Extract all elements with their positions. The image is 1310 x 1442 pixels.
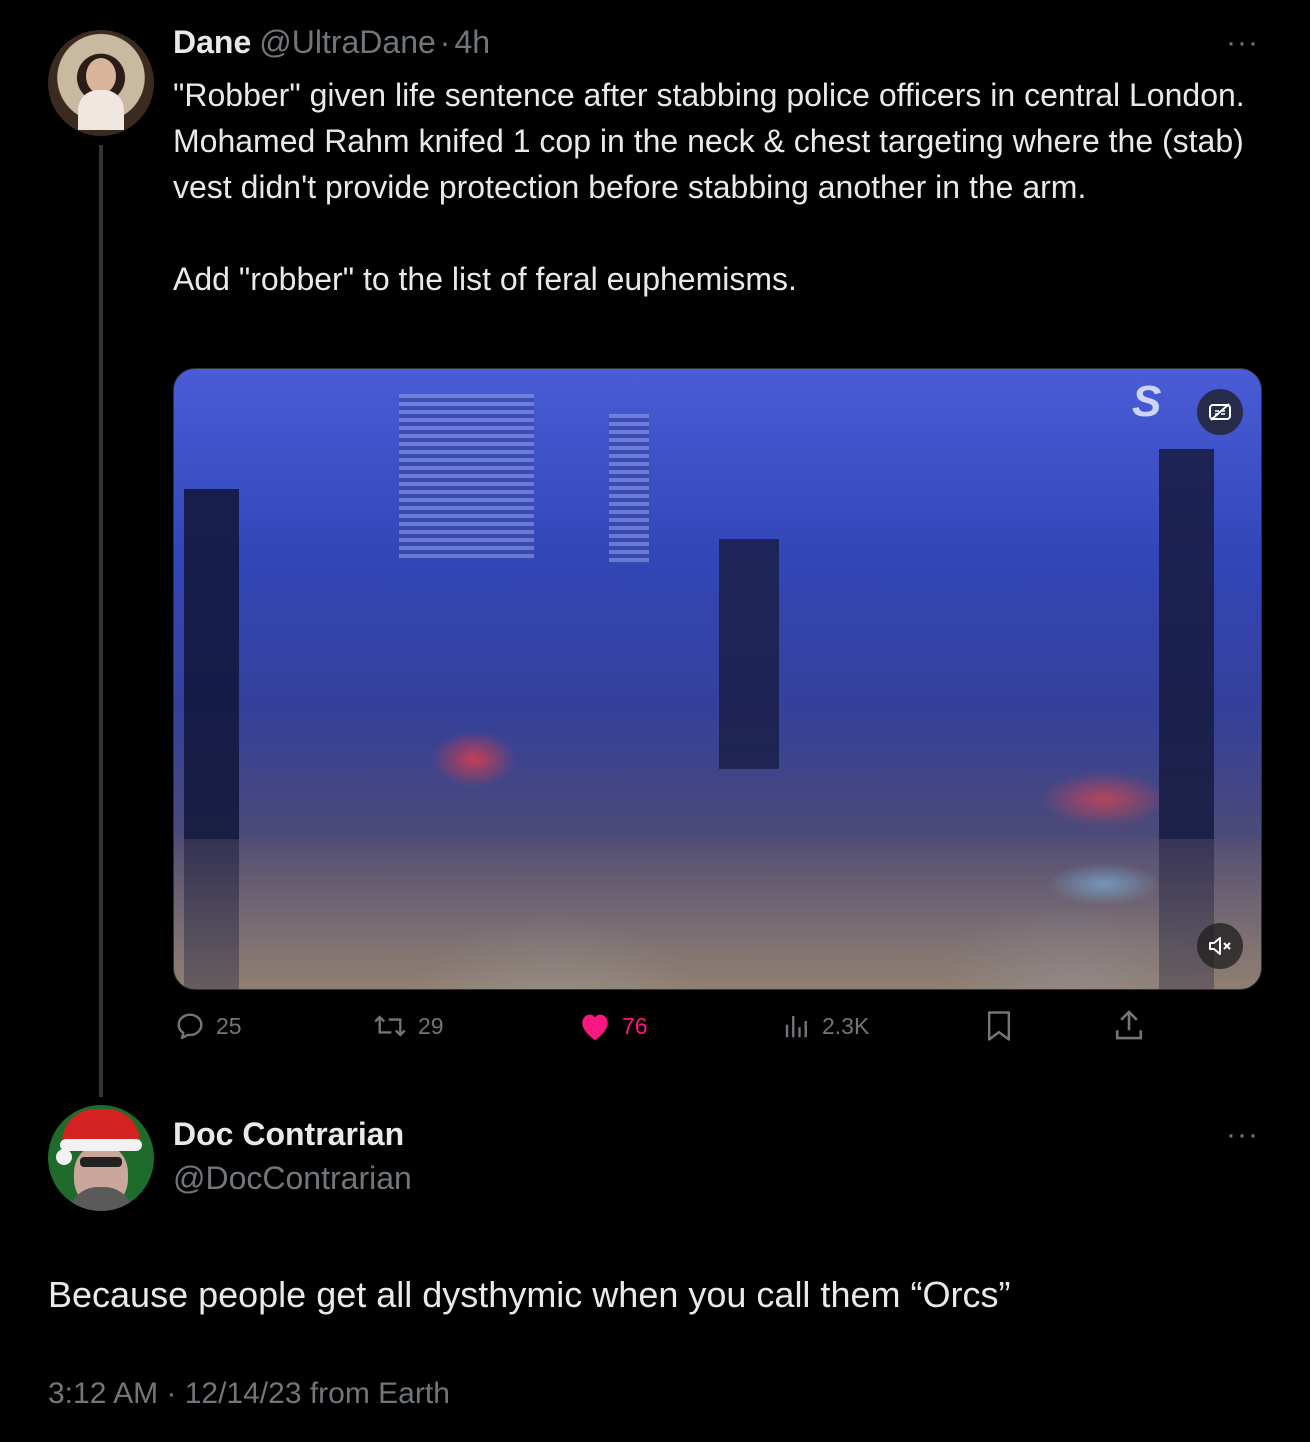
thread-connector-line bbox=[99, 145, 103, 1097]
views-count: 2.3K bbox=[822, 1012, 870, 1039]
tweet-header: Dane @UltraDane · 4h bbox=[173, 24, 490, 61]
reply-more-options-icon[interactable]: ··· bbox=[1226, 1118, 1259, 1152]
reply-button[interactable]: 25 bbox=[174, 1010, 242, 1042]
tweet-text: "Robber" given life sentence after stabb… bbox=[173, 77, 1245, 297]
reply-author-name[interactable]: Doc Contrarian bbox=[173, 1116, 404, 1153]
reply-count: 25 bbox=[216, 1012, 242, 1039]
analytics-icon bbox=[785, 1016, 807, 1038]
tweet-time[interactable]: 4h bbox=[454, 24, 490, 61]
bookmark-icon[interactable] bbox=[984, 1010, 1014, 1047]
author-avatar[interactable] bbox=[48, 30, 154, 136]
retweet-count: 29 bbox=[418, 1012, 444, 1039]
reply-text: Because people get all dysthymic when yo… bbox=[48, 1274, 1011, 1315]
reply-icon bbox=[177, 1013, 203, 1040]
reply-author-handle[interactable]: @DocContrarian bbox=[173, 1160, 412, 1197]
video-watermark: S bbox=[1132, 377, 1162, 426]
retweet-button[interactable]: 29 bbox=[372, 1010, 444, 1042]
author-handle[interactable]: @UltraDane bbox=[259, 24, 436, 61]
video-player[interactable]: S bbox=[173, 368, 1262, 990]
more-options-icon[interactable]: ··· bbox=[1226, 26, 1259, 60]
views-button[interactable]: 2.3K bbox=[782, 1010, 869, 1042]
reply-timestamp[interactable]: 3:12 AM · 12/14/23 from Earth bbox=[48, 1377, 450, 1411]
like-button[interactable]: 76 bbox=[578, 1010, 648, 1042]
share-icon[interactable] bbox=[1113, 1008, 1145, 1047]
volume-muted-icon[interactable] bbox=[1197, 923, 1243, 969]
retweet-icon bbox=[374, 1015, 406, 1037]
author-name[interactable]: Dane bbox=[173, 24, 251, 61]
separator-dot: · bbox=[439, 24, 451, 60]
captions-off-icon[interactable] bbox=[1197, 389, 1243, 435]
heart-filled-icon bbox=[582, 1014, 608, 1041]
like-count: 76 bbox=[622, 1012, 648, 1039]
reply-author-avatar[interactable] bbox=[48, 1105, 154, 1211]
